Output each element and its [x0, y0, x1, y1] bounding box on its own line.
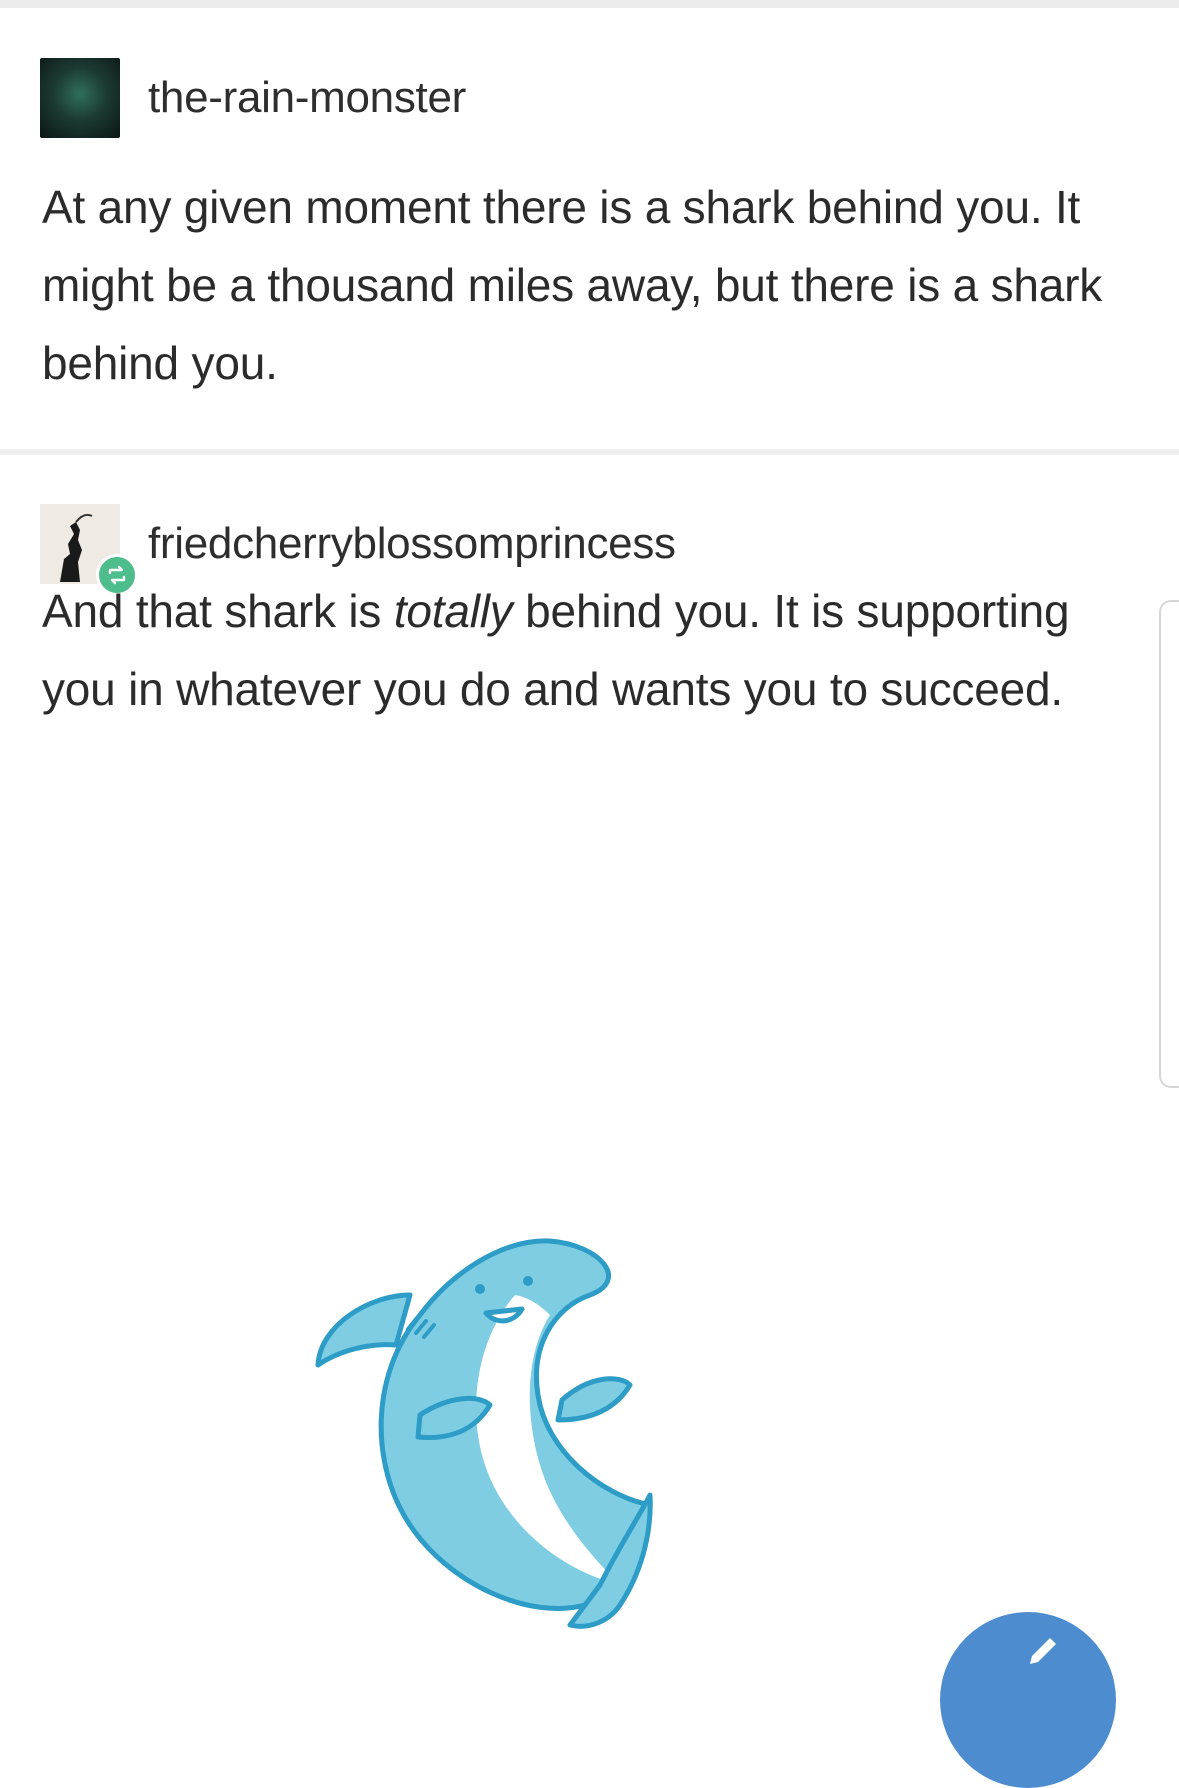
- username[interactable]: friedcherryblossomprincess: [148, 519, 676, 569]
- post-text-part: And that shark is: [42, 585, 394, 637]
- post-body: At any given moment there is a shark beh…: [42, 181, 1103, 389]
- post-original: the-rain-monster At any given moment the…: [0, 0, 1179, 452]
- shark-illustration: [315, 1238, 653, 1629]
- scrollbar[interactable]: [1159, 600, 1179, 1088]
- post-body: And that shark is totally behind you. It…: [42, 572, 1132, 728]
- avatar[interactable]: [40, 58, 120, 138]
- post-text-emphasis: totally: [393, 585, 513, 637]
- username[interactable]: the-rain-monster: [148, 73, 466, 123]
- pencil-icon: [1030, 1638, 1056, 1664]
- compose-button[interactable]: [940, 1612, 1116, 1788]
- post-divider: [0, 449, 1179, 455]
- post-header: the-rain-monster: [40, 58, 466, 138]
